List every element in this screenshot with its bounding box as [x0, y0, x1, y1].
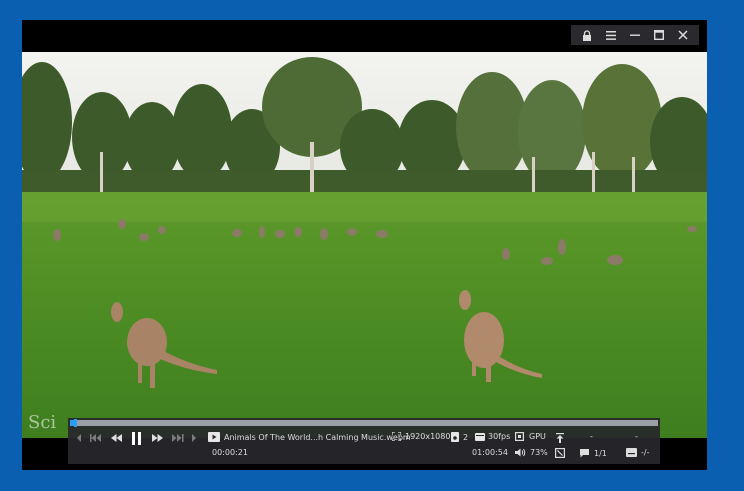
next-chapter-icon[interactable]: [191, 434, 197, 442]
fps-item[interactable]: 30fps: [475, 432, 510, 441]
control-row-bottom: 00:00:21 01:00:54 73% 1/1 -/-: [68, 448, 660, 460]
fast-forward-icon[interactable]: [152, 434, 163, 442]
video-scene: [22, 52, 707, 438]
audio-track-item[interactable]: 2: [451, 432, 468, 442]
progress-bar[interactable]: [70, 419, 658, 427]
pause-icon[interactable]: [132, 432, 142, 445]
previous-chapter-icon[interactable]: [76, 434, 82, 442]
volume-icon: [515, 448, 526, 457]
control-bar: Animals Of The World...h Calming Music.w…: [68, 418, 660, 464]
control-row-top: Animals Of The World...h Calming Music.w…: [68, 432, 660, 446]
video-frame[interactable]: [22, 52, 707, 438]
rewind-icon[interactable]: [111, 434, 122, 442]
minimize-icon[interactable]: [627, 27, 643, 43]
close-icon[interactable]: [675, 27, 691, 43]
volume: 73%: [530, 448, 548, 457]
fps: 30fps: [488, 432, 511, 441]
audio-file-icon: [451, 432, 459, 442]
file-name-item[interactable]: Animals Of The World...h Calming Music.w…: [208, 432, 411, 442]
chat-bubble-icon: [579, 448, 590, 458]
fullscreen-icon: [392, 432, 401, 441]
maximize-icon[interactable]: [651, 27, 667, 43]
decoder: GPU: [529, 432, 546, 441]
resolution: 1920x1080: [405, 432, 451, 441]
subtitle-item[interactable]: 1/1: [579, 448, 607, 458]
skip-next-icon[interactable]: [172, 434, 184, 442]
video-file-icon: [208, 432, 220, 442]
subtitle-timing-item[interactable]: -/-: [626, 448, 649, 457]
volume-item[interactable]: 73%: [515, 448, 548, 457]
resolution-item[interactable]: 1920x1080: [392, 432, 450, 441]
skip-previous-icon[interactable]: [90, 434, 102, 442]
player-window: Sci Animals Of The World...h Calming Mus…: [22, 20, 707, 470]
upload-icon[interactable]: [556, 433, 564, 443]
screenshot-icon[interactable]: [555, 448, 565, 458]
current-time: 00:00:21: [212, 448, 248, 457]
film-icon: [475, 432, 485, 441]
window-controls: [571, 25, 699, 45]
menu-icon[interactable]: [603, 27, 619, 43]
subtitle-count: 1/1: [594, 448, 607, 458]
subtitles-icon: [626, 448, 637, 457]
watermark: Sci: [28, 412, 57, 433]
gpu-icon: [515, 432, 524, 441]
lock-icon[interactable]: [579, 27, 595, 43]
dash-indicator-2: -: [635, 432, 638, 441]
decoder-item[interactable]: GPU: [515, 432, 546, 441]
duration: 01:00:54: [472, 448, 508, 457]
audio-tracks: 2: [463, 432, 469, 442]
subtitle-timing: -/-: [641, 448, 650, 457]
file-name: Animals Of The World...h Calming Music.w…: [224, 432, 411, 442]
progress-handle[interactable]: [73, 419, 77, 427]
dash-indicator-1: -: [590, 432, 593, 441]
